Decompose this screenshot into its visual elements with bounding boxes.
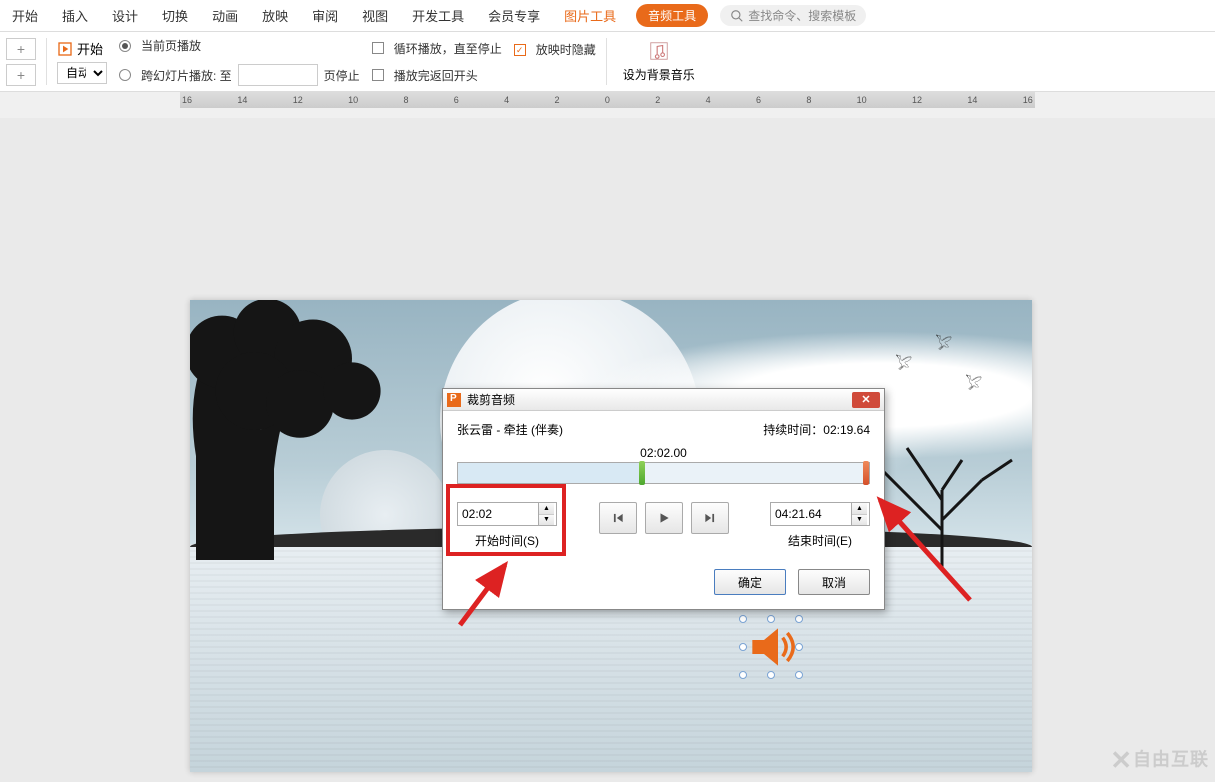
- spin-box-1[interactable]: +: [6, 38, 36, 60]
- across-slides-spinner[interactable]: [238, 64, 318, 86]
- search-placeholder: 查找命令、搜索模板: [748, 7, 856, 24]
- spin-down[interactable]: ▼: [852, 515, 867, 526]
- next-frame-button[interactable]: [691, 502, 729, 534]
- bg-music-button[interactable]: 设为背景音乐: [611, 32, 707, 91]
- play-button[interactable]: [645, 502, 683, 534]
- tab-audio-tools[interactable]: 音频工具: [636, 4, 708, 27]
- tab-animation[interactable]: 动画: [200, 0, 250, 31]
- prev-frame-button[interactable]: [599, 502, 637, 534]
- start-time-label: 开始时间(S): [475, 532, 539, 549]
- tab-start[interactable]: 开始: [0, 0, 50, 31]
- spin-down[interactable]: ▼: [539, 515, 554, 526]
- bird-icon: 𓅯: [965, 370, 982, 394]
- close-button[interactable]: ✕: [852, 392, 880, 408]
- radio-current-page[interactable]: 当前页播放: [119, 37, 360, 54]
- track-fill: [458, 463, 639, 483]
- cancel-button[interactable]: 取消: [798, 569, 870, 595]
- resize-handle[interactable]: [795, 671, 803, 679]
- auto-select[interactable]: 自动: [57, 62, 107, 84]
- app-logo-icon: [447, 393, 461, 407]
- search-icon: [730, 9, 744, 23]
- tab-member[interactable]: 会员专享: [476, 0, 552, 31]
- audio-track[interactable]: [457, 462, 870, 484]
- current-position-label: 02:02.00: [457, 446, 870, 460]
- horizontal-ruler: 16 14 12 10 8 6 4 2 0 2 4 6 8 10 12 14 1…: [180, 92, 1035, 108]
- watermark: ✕自由互联: [1110, 745, 1209, 776]
- spin-up[interactable]: ▲: [539, 503, 554, 515]
- bg-music-label: 设为背景音乐: [623, 66, 695, 83]
- resize-handle[interactable]: [795, 643, 803, 651]
- check-hide[interactable]: 放映时隐藏: [514, 41, 596, 58]
- track-name: 张云雷 - 牵挂 (伴奏): [457, 421, 563, 438]
- tab-view[interactable]: 视图: [350, 0, 400, 31]
- end-time-spinner[interactable]: ▲▼: [770, 502, 870, 526]
- end-marker[interactable]: [863, 461, 869, 485]
- music-note-icon: [648, 40, 670, 62]
- ok-button[interactable]: 确定: [714, 569, 786, 595]
- tree-left-graphic: [190, 300, 430, 560]
- ribbon: + + 开始 自动 当前页播放 跨幻灯片播放: 至 页停止 循环播放，直至停止 …: [0, 32, 1215, 92]
- spin-box-2[interactable]: +: [6, 64, 36, 86]
- speaker-icon: [743, 619, 799, 675]
- check-loop[interactable]: 循环播放，直至停止: [372, 40, 502, 57]
- check-return[interactable]: 播放完返回开头: [372, 67, 502, 84]
- spin-up[interactable]: ▲: [852, 503, 867, 515]
- play-start-icon: [57, 41, 73, 57]
- start-marker[interactable]: [639, 461, 645, 485]
- radio-across-slides[interactable]: 跨幻灯片播放: 至 页停止: [119, 64, 360, 86]
- duration-text: 持续时间：02:19.64: [763, 421, 870, 438]
- dialog-title: 裁剪音频: [467, 391, 852, 408]
- bird-icon: 𓅯: [895, 350, 912, 374]
- tab-slideshow[interactable]: 放映: [250, 0, 300, 31]
- start-time-spinner[interactable]: ▲▼: [457, 502, 557, 526]
- tab-review[interactable]: 审阅: [300, 0, 350, 31]
- trim-audio-dialog: 裁剪音频 ✕ 张云雷 - 牵挂 (伴奏) 持续时间：02:19.64 02:02…: [442, 388, 885, 610]
- resize-handle[interactable]: [767, 671, 775, 679]
- resize-handle[interactable]: [739, 671, 747, 679]
- dialog-titlebar[interactable]: 裁剪音频 ✕: [443, 389, 884, 411]
- search-box[interactable]: 查找命令、搜索模板: [720, 5, 866, 26]
- audio-object[interactable]: [743, 619, 799, 675]
- main-tabs: 开始 插入 设计 切换 动画 放映 审阅 视图 开发工具 会员专享 图片工具 音…: [0, 0, 1215, 32]
- pagestop-label: 页停止: [324, 67, 360, 84]
- resize-handle[interactable]: [739, 643, 747, 651]
- resize-handle[interactable]: [767, 615, 775, 623]
- resize-handle[interactable]: [739, 615, 747, 623]
- tab-devtools[interactable]: 开发工具: [400, 0, 476, 31]
- bird-icon: 𓅯: [935, 330, 952, 354]
- play-start-label: 开始: [77, 39, 103, 58]
- end-time-label: 结束时间(E): [788, 532, 852, 549]
- tab-picture-tools[interactable]: 图片工具: [552, 0, 628, 31]
- play-start-button[interactable]: 开始: [57, 39, 107, 58]
- tab-insert[interactable]: 插入: [50, 0, 100, 31]
- start-time-input[interactable]: [458, 503, 538, 525]
- resize-handle[interactable]: [795, 615, 803, 623]
- tab-transition[interactable]: 切换: [150, 0, 200, 31]
- tab-design[interactable]: 设计: [100, 0, 150, 31]
- end-time-input[interactable]: [771, 503, 851, 525]
